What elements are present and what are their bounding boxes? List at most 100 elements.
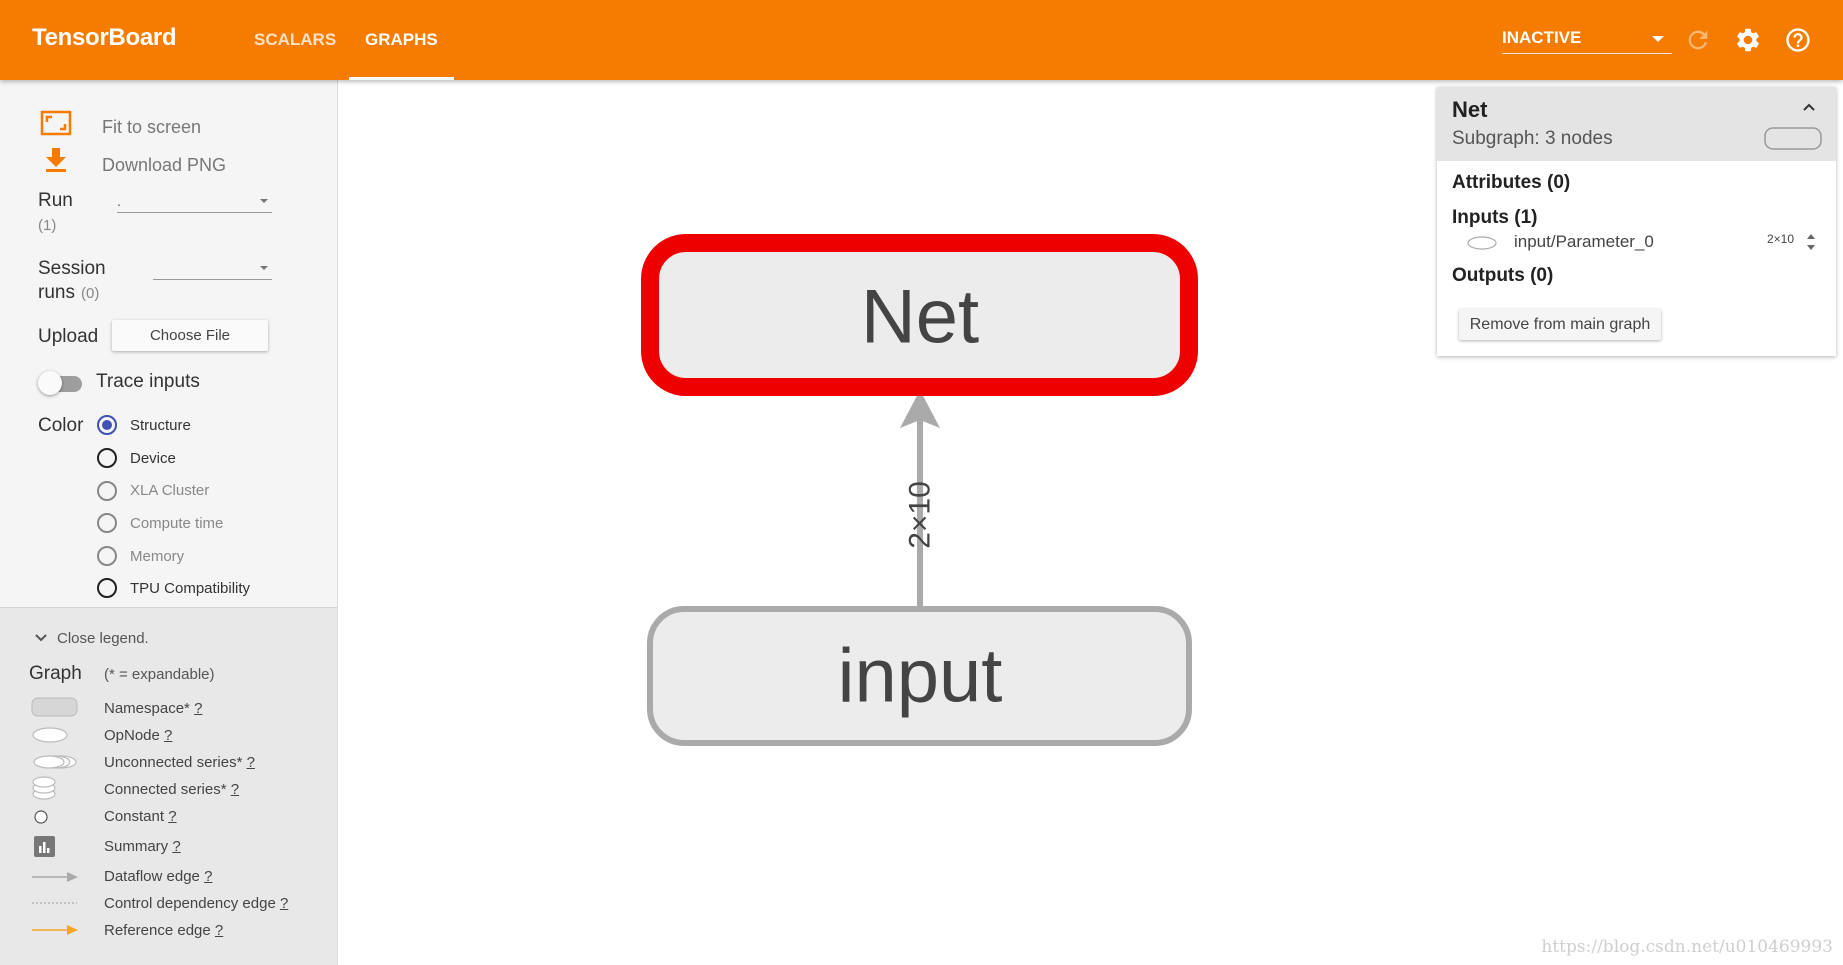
radio-memory[interactable]: [97, 546, 117, 566]
reference-edge-symbol-icon: [32, 925, 78, 935]
help-link[interactable]: ?: [172, 838, 180, 855]
choose-file-button[interactable]: Choose File: [112, 320, 268, 351]
session-runs-select[interactable]: [153, 258, 272, 280]
status-dropdown-value: INACTIVE: [1502, 28, 1582, 47]
opnode-symbol-icon: [32, 727, 68, 743]
radio-device[interactable]: [97, 448, 117, 468]
edge-shape-label: 2×10: [904, 481, 937, 549]
radio-structure-label[interactable]: Structure: [130, 417, 191, 434]
legend-item-control-dependency-edge: Control dependency edge ?: [104, 895, 288, 912]
legend-item-label: Summary: [104, 838, 169, 855]
help-link[interactable]: ?: [194, 700, 202, 717]
run-select-value: .: [117, 193, 121, 209]
legend-item-opnode: OpNode ?: [104, 727, 172, 744]
input-node[interactable]: input: [647, 606, 1192, 746]
legend-item-label: Dataflow edge: [104, 868, 200, 885]
opnode-symbol-icon: [1467, 236, 1497, 250]
chevron-down-icon: [260, 199, 268, 203]
help-icon[interactable]: [1784, 26, 1812, 54]
unconnected-series-symbol-icon: [33, 755, 77, 769]
help-link[interactable]: ?: [168, 808, 176, 825]
input-name-link[interactable]: input/Parameter_0: [1514, 232, 1654, 252]
legend-item-reference-edge: Reference edge ?: [104, 922, 223, 939]
node-info-title: Net: [1452, 97, 1488, 122]
chevron-down-icon: [1652, 36, 1664, 42]
legend-item-label: Unconnected series*: [104, 754, 243, 771]
tab-scalars[interactable]: SCALARS: [238, 0, 352, 80]
legend-item-connected-series: Connected series* ?: [104, 781, 239, 798]
run-label: Run: [38, 190, 73, 211]
radio-tpu-compatibility-label[interactable]: TPU Compatibility: [130, 580, 250, 597]
fit-to-screen-icon[interactable]: [40, 110, 72, 136]
legend-item-dataflow-edge: Dataflow edge ?: [104, 868, 212, 885]
legend-item-unconnected-series: Unconnected series* ?: [104, 754, 255, 771]
input-shape: 2×10: [1767, 232, 1795, 246]
status-dropdown[interactable]: INACTIVE: [1502, 24, 1672, 54]
chevron-down-icon[interactable]: [34, 632, 48, 644]
legend-item-label: OpNode: [104, 727, 160, 744]
attributes-heading[interactable]: Attributes (0): [1452, 172, 1570, 194]
session-runs-label: Session: [38, 258, 106, 279]
session-runs-count: (0): [81, 285, 100, 302]
settings-gear-icon[interactable]: [1734, 26, 1762, 54]
legend-item-label: Control dependency edge: [104, 895, 276, 912]
help-link[interactable]: ?: [164, 727, 172, 744]
legend-graph-title: Graph: [29, 663, 82, 684]
tab-graphs[interactable]: GRAPHS: [349, 0, 454, 80]
node-info-subtitle: Subgraph: 3 nodes: [1452, 128, 1613, 149]
help-link[interactable]: ?: [215, 922, 223, 939]
input-node-label: input: [838, 634, 1003, 719]
legend-item-label: Namespace*: [104, 700, 190, 717]
top-app-bar: TensorBoard SCALARS GRAPHS INACTIVE: [0, 0, 1843, 80]
trace-inputs-label: Trace inputs: [96, 371, 200, 392]
radio-xla-cluster[interactable]: [97, 481, 117, 501]
expand-toggle-icon[interactable]: [1804, 231, 1818, 253]
summary-icon: [34, 836, 55, 857]
run-select[interactable]: .: [117, 191, 272, 213]
download-png-button[interactable]: Download PNG: [102, 155, 226, 176]
fit-to-screen-button[interactable]: Fit to screen: [102, 117, 201, 138]
radio-compute-time[interactable]: [97, 513, 117, 533]
app-title: TensorBoard: [32, 24, 177, 51]
refresh-icon[interactable]: [1684, 26, 1712, 54]
legend-expandable-note: (* = expandable): [104, 666, 215, 683]
radio-xla-cluster-label[interactable]: XLA Cluster: [130, 482, 209, 499]
help-link[interactable]: ?: [247, 754, 255, 771]
legend-item-constant: Constant ?: [104, 808, 177, 825]
chevron-up-icon[interactable]: [1801, 101, 1817, 113]
net-node[interactable]: Net: [641, 234, 1198, 396]
legend-item-namespace: Namespace* ?: [104, 700, 202, 717]
radio-structure[interactable]: [97, 415, 117, 435]
connected-series-symbol-icon: [32, 776, 56, 800]
toggle-knob: [38, 371, 62, 395]
net-node-label: Net: [861, 275, 979, 360]
session-runs-label-2: runs: [38, 282, 75, 303]
radio-device-label[interactable]: Device: [130, 450, 176, 467]
namespace-symbol-icon: [31, 697, 78, 717]
inputs-heading[interactable]: Inputs (1): [1452, 207, 1538, 229]
watermark-text: https://blog.csdn.net/u010469993: [1541, 937, 1833, 957]
dataflow-edge-symbol-icon: [32, 872, 78, 882]
download-icon[interactable]: [44, 146, 68, 174]
node-info-card: Net Subgraph: 3 nodes Attributes (0) Inp…: [1437, 87, 1836, 356]
help-link[interactable]: ?: [204, 868, 212, 885]
radio-compute-time-label[interactable]: Compute time: [130, 515, 223, 532]
outputs-heading[interactable]: Outputs (0): [1452, 265, 1553, 287]
help-link[interactable]: ?: [231, 781, 239, 798]
color-label: Color: [38, 415, 84, 436]
help-link[interactable]: ?: [280, 895, 288, 912]
control-dependency-edge-symbol-icon: [32, 902, 77, 904]
radio-tpu-compatibility[interactable]: [97, 578, 117, 598]
upload-label: Upload: [38, 326, 99, 347]
close-legend-link[interactable]: Close legend.: [57, 630, 149, 647]
namespace-symbol-icon: [1764, 127, 1822, 150]
legend-item-label: Reference edge: [104, 922, 211, 939]
trace-inputs-toggle[interactable]: [38, 370, 84, 396]
legend-item-label: Connected series*: [104, 781, 227, 798]
constant-symbol-icon: [34, 810, 48, 824]
remove-from-main-graph-button[interactable]: Remove from main graph: [1459, 309, 1661, 340]
chevron-down-icon: [260, 266, 268, 270]
run-count: (1): [38, 217, 57, 234]
radio-memory-label[interactable]: Memory: [130, 548, 184, 565]
legend-item-summary: Summary ?: [104, 838, 181, 855]
